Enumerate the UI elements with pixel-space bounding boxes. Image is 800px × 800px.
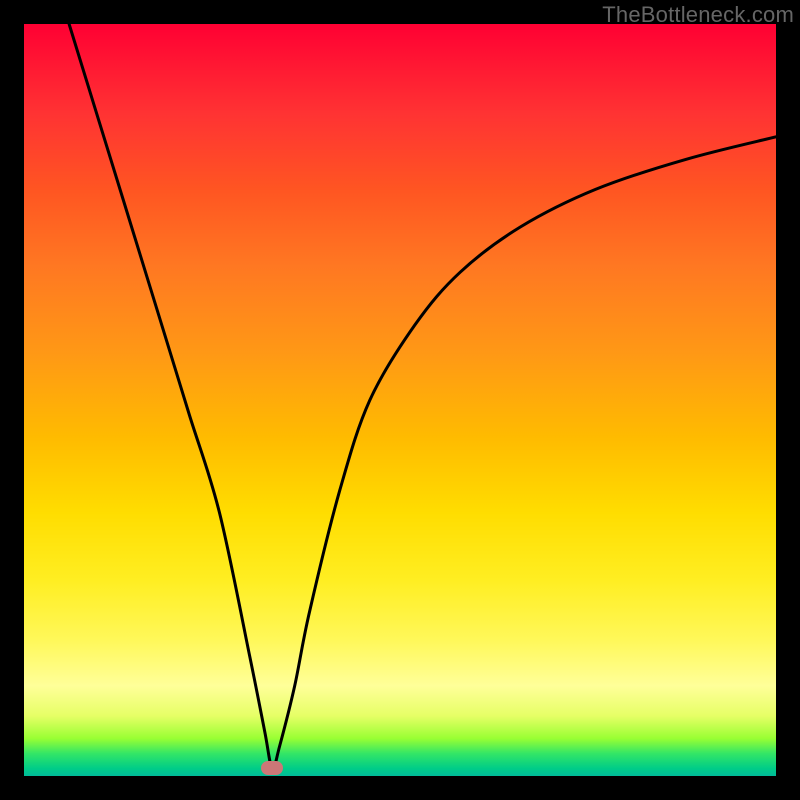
plot-area [24, 24, 776, 776]
bottleneck-curve [24, 24, 776, 776]
curve-path [69, 24, 776, 769]
chart-frame: TheBottleneck.com [0, 0, 800, 800]
optimal-point-marker [261, 761, 283, 775]
